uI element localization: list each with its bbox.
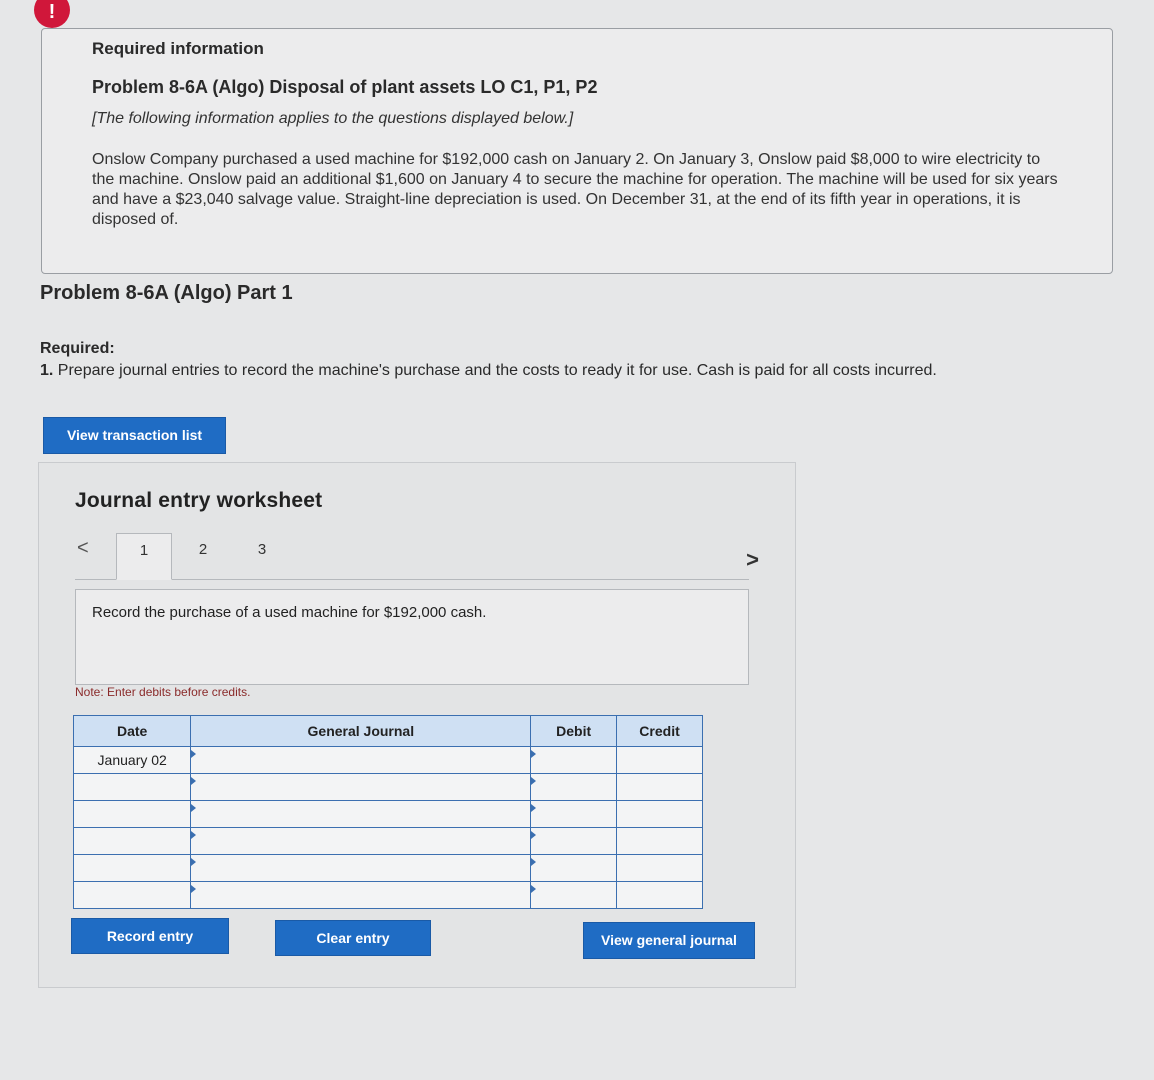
- account-input[interactable]: [190, 800, 532, 828]
- input-marker-icon: [531, 885, 537, 893]
- debit-header: Debit: [530, 715, 618, 747]
- date-cell: January 02: [72, 746, 192, 774]
- dropdown-marker-icon: [191, 777, 197, 785]
- account-input[interactable]: [190, 773, 532, 801]
- record-entry-button[interactable]: Record entry: [71, 918, 229, 954]
- debits-credits-note: Note: Enter debits before credits.: [75, 685, 251, 699]
- journal-entry-worksheet-panel: Journal entry worksheet < 1 2 3 > Record…: [38, 462, 796, 988]
- view-transaction-list-button[interactable]: View transaction list: [43, 417, 226, 454]
- credit-input[interactable]: [616, 881, 703, 909]
- account-input[interactable]: [190, 746, 532, 774]
- date-header: Date: [72, 715, 192, 747]
- credit-input[interactable]: [616, 746, 703, 774]
- input-marker-icon: [531, 777, 537, 785]
- required-item-text: Prepare journal entries to record the ma…: [57, 362, 937, 379]
- debit-input[interactable]: [530, 854, 618, 882]
- input-marker-icon: [531, 831, 537, 839]
- debit-input[interactable]: [530, 800, 618, 828]
- input-marker-icon: [531, 804, 537, 812]
- date-cell: [72, 827, 192, 855]
- chevron-right-icon[interactable]: >: [746, 547, 759, 573]
- required-section: Required: 1. Prepare journal entries to …: [40, 340, 1060, 380]
- clear-entry-button[interactable]: Clear entry: [275, 920, 431, 956]
- worksheet-title: Journal entry worksheet: [75, 489, 323, 512]
- input-marker-icon: [531, 858, 537, 866]
- credit-header: Credit: [616, 715, 703, 747]
- tab-2[interactable]: 2: [175, 533, 231, 579]
- part-title: Problem 8-6A (Algo) Part 1: [40, 282, 293, 304]
- debit-input[interactable]: [530, 881, 618, 909]
- account-input[interactable]: [190, 881, 532, 909]
- debit-input[interactable]: [530, 827, 618, 855]
- table-row: [72, 800, 703, 828]
- alert-icon: !: [34, 0, 70, 28]
- credit-input[interactable]: [616, 827, 703, 855]
- table-row: [72, 854, 703, 882]
- credit-input[interactable]: [616, 773, 703, 801]
- date-cell: [72, 800, 192, 828]
- dropdown-marker-icon: [191, 804, 197, 812]
- dropdown-marker-icon: [191, 858, 197, 866]
- journal-table: Date General Journal Debit Credit Januar…: [72, 715, 703, 909]
- required-item: 1. Prepare journal entries to record the…: [40, 362, 1060, 380]
- required-label: Required:: [40, 340, 115, 357]
- dropdown-marker-icon: [191, 831, 197, 839]
- required-item-number: 1.: [40, 362, 54, 379]
- required-information-heading: Required information: [92, 39, 264, 58]
- account-input[interactable]: [190, 854, 532, 882]
- transaction-description: Record the purchase of a used machine fo…: [92, 604, 487, 621]
- credit-input[interactable]: [616, 800, 703, 828]
- problem-title: Problem 8-6A (Algo) Disposal of plant as…: [92, 77, 598, 97]
- debit-input[interactable]: [530, 773, 618, 801]
- date-cell: [72, 854, 192, 882]
- required-information-box: Required information Problem 8-6A (Algo)…: [41, 28, 1113, 274]
- transaction-description-box: Record the purchase of a used machine fo…: [75, 589, 749, 685]
- date-cell: [72, 881, 192, 909]
- general-journal-header: General Journal: [190, 715, 532, 747]
- tab-3[interactable]: 3: [234, 533, 290, 579]
- tab-1[interactable]: 1: [116, 533, 172, 580]
- table-row: [72, 827, 703, 855]
- table-row: January 02: [72, 746, 703, 774]
- credit-input[interactable]: [616, 854, 703, 882]
- dropdown-marker-icon: [191, 885, 197, 893]
- account-input[interactable]: [190, 827, 532, 855]
- table-row: [72, 881, 703, 909]
- dropdown-marker-icon: [191, 750, 197, 758]
- view-general-journal-button[interactable]: View general journal: [583, 922, 755, 959]
- input-marker-icon: [531, 750, 537, 758]
- chevron-left-icon[interactable]: <: [77, 537, 89, 560]
- problem-paragraph: Onslow Company purchased a used machine …: [92, 151, 1058, 228]
- date-cell: [72, 773, 192, 801]
- table-row: [72, 773, 703, 801]
- applies-note: [The following information applies to th…: [92, 110, 574, 127]
- debit-input[interactable]: [530, 746, 618, 774]
- tabs-divider: [75, 579, 749, 580]
